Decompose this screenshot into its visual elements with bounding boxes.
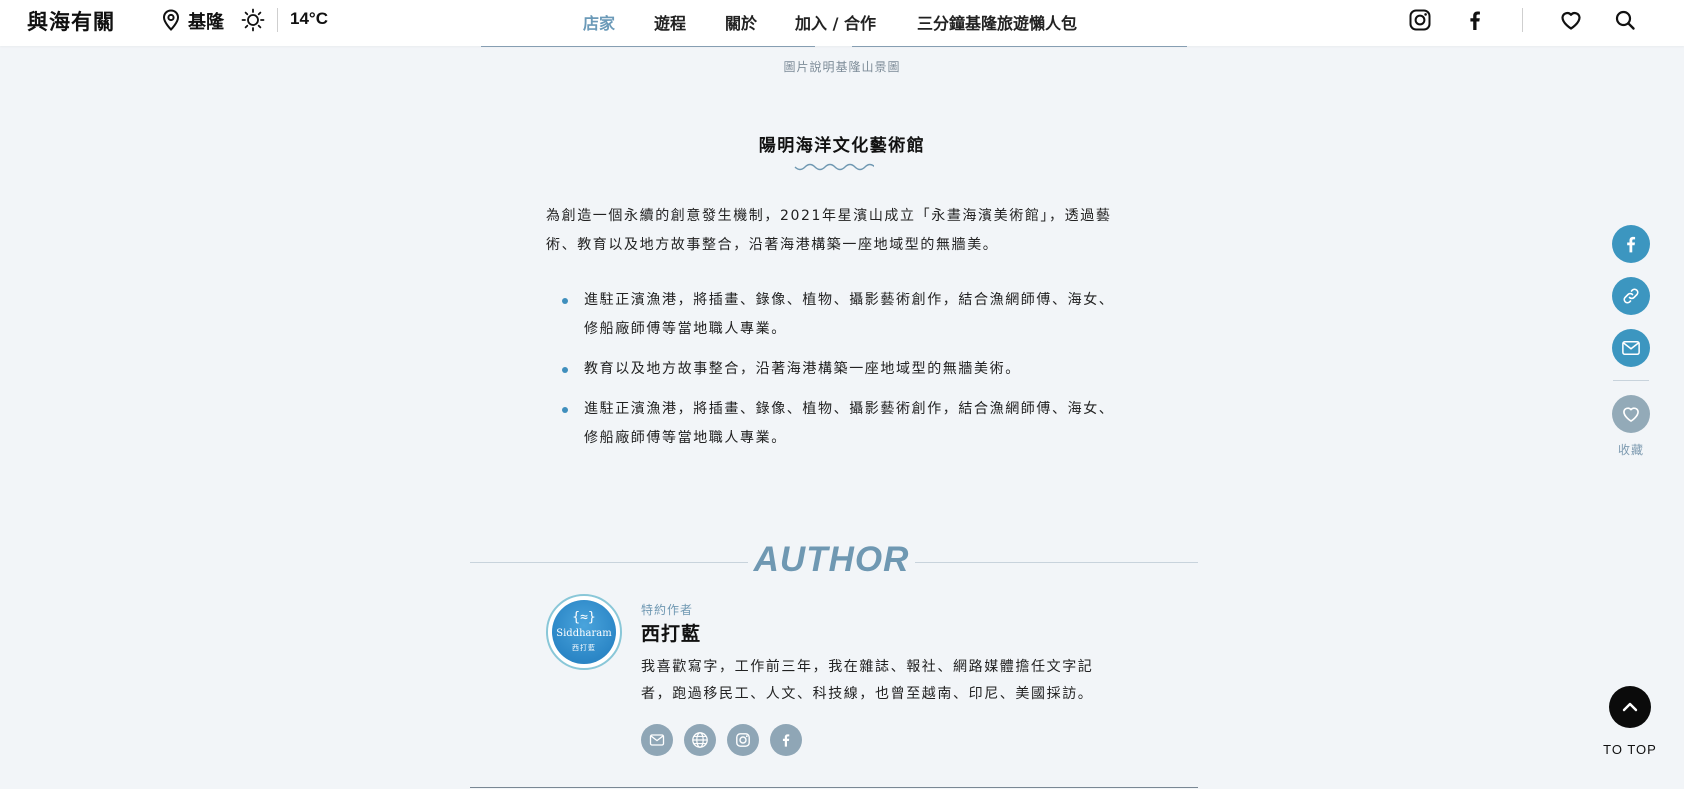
- favorite-button[interactable]: [1612, 395, 1650, 433]
- list-item: 進駐正濱漁港，將插畫、錄像、植物、攝影藝術創作，結合漁網師傅、海女、修船廠師傅等…: [546, 395, 1126, 453]
- article-paragraph: 為創造一個永續的創意發生機制，2021年星濱山成立「永晝海濱美術館」，透過藝術、…: [546, 208, 1112, 253]
- author-bio: 我喜歡寫字，工作前三年，我在雜誌、報社、網路媒體擔任文字記者，跑過移民工、人文、…: [641, 659, 1094, 702]
- author-instagram-button[interactable]: [727, 724, 759, 756]
- facebook-icon[interactable]: [1463, 8, 1487, 32]
- search-icon[interactable]: [1613, 8, 1637, 32]
- list-item-text: 教育以及地方故事整合，沿著海港構築一座地域型的無牆美術。: [584, 361, 1021, 377]
- author-bottom-divider: [470, 787, 1198, 788]
- favorite-label: 收藏: [1617, 443, 1644, 457]
- link-icon: [1623, 288, 1639, 304]
- mail-icon: [1622, 341, 1640, 355]
- mail-icon: [649, 734, 665, 746]
- avatar-subtitle: 西打藍: [572, 644, 596, 652]
- author-name[interactable]: 西打藍: [641, 619, 701, 646]
- avatar-brand: Siddharam: [556, 628, 612, 639]
- nav-item-travel-guide[interactable]: 三分鐘基隆旅遊懶人包: [917, 10, 1077, 34]
- to-top-label[interactable]: TO TOP: [1590, 742, 1670, 757]
- avatar-glyph: {≈}: [572, 610, 596, 625]
- author-avatar[interactable]: {≈} Siddharam 西打藍: [546, 594, 622, 670]
- wave-divider-icon: [794, 163, 874, 171]
- bullet-dot-icon: [562, 407, 568, 413]
- heart-icon[interactable]: [1559, 8, 1583, 32]
- author-facebook-button[interactable]: [770, 724, 802, 756]
- bullet-dot-icon: [562, 367, 568, 373]
- list-item-text: 進駐正濱漁港，將插畫、錄像、植物、攝影藝術創作，結合漁網師傅、海女、修船廠師傅等…: [584, 292, 1115, 337]
- avatar-logo: {≈} Siddharam 西打藍: [552, 600, 616, 664]
- temperature-text: 14°C: [290, 9, 328, 28]
- section-title: 陽明海洋文化藝術館: [758, 136, 926, 156]
- author-heading: AUTHOR: [753, 540, 910, 579]
- header-divider: [1522, 8, 1523, 32]
- bullet-dot-icon: [562, 298, 568, 304]
- to-top-button[interactable]: [1609, 686, 1651, 728]
- author-divider-left: [470, 562, 748, 563]
- nav-item-join[interactable]: 加入 / 合作: [795, 10, 876, 34]
- article-bullet-list: 進駐正濱漁港，將插畫、錄像、植物、攝影藝術創作，結合漁網師傅、海女、修船廠師傅等…: [546, 286, 1126, 464]
- location-text[interactable]: 基隆: [188, 8, 224, 34]
- author-role: 特約作者: [641, 603, 694, 617]
- site-header: 與海有關 基隆 14°C 店家 遊程 關於 加入 / 合作 三分鐘基隆旅遊懶人包: [0, 0, 1684, 46]
- nav-item-stores[interactable]: 店家: [583, 10, 615, 34]
- site-logo[interactable]: 與海有關: [27, 6, 115, 36]
- author-mail-button[interactable]: [641, 724, 673, 756]
- facebook-icon: [1627, 236, 1636, 253]
- image-caption: 圖片說明基隆山景圖: [783, 60, 901, 74]
- header-divider: [277, 8, 278, 32]
- share-facebook-button[interactable]: [1612, 225, 1650, 263]
- list-item: 進駐正濱漁港，將插畫、錄像、植物、攝影藝術創作，結合漁網師傅、海女、修船廠師傅等…: [546, 286, 1126, 344]
- share-link-button[interactable]: [1612, 277, 1650, 315]
- facebook-icon: [782, 734, 790, 747]
- location-pin-icon: [162, 9, 180, 31]
- chevron-up-icon: [1622, 702, 1638, 712]
- sun-icon: [241, 8, 265, 32]
- globe-icon: [692, 732, 708, 748]
- heart-icon: [1623, 407, 1639, 422]
- rail-divider: [1613, 380, 1649, 381]
- nav-item-about[interactable]: 關於: [725, 10, 757, 34]
- nav-item-tours[interactable]: 遊程: [654, 10, 686, 34]
- list-item-text: 進駐正濱漁港，將插畫、錄像、植物、攝影藝術創作，結合漁網師傅、海女、修船廠師傅等…: [584, 401, 1115, 446]
- instagram-icon: [736, 733, 750, 747]
- share-mail-button[interactable]: [1612, 329, 1650, 367]
- author-website-button[interactable]: [684, 724, 716, 756]
- list-item: 教育以及地方故事整合，沿著海港構築一座地域型的無牆美術。: [546, 355, 1126, 384]
- instagram-icon[interactable]: [1408, 8, 1432, 32]
- author-divider-right: [915, 562, 1198, 563]
